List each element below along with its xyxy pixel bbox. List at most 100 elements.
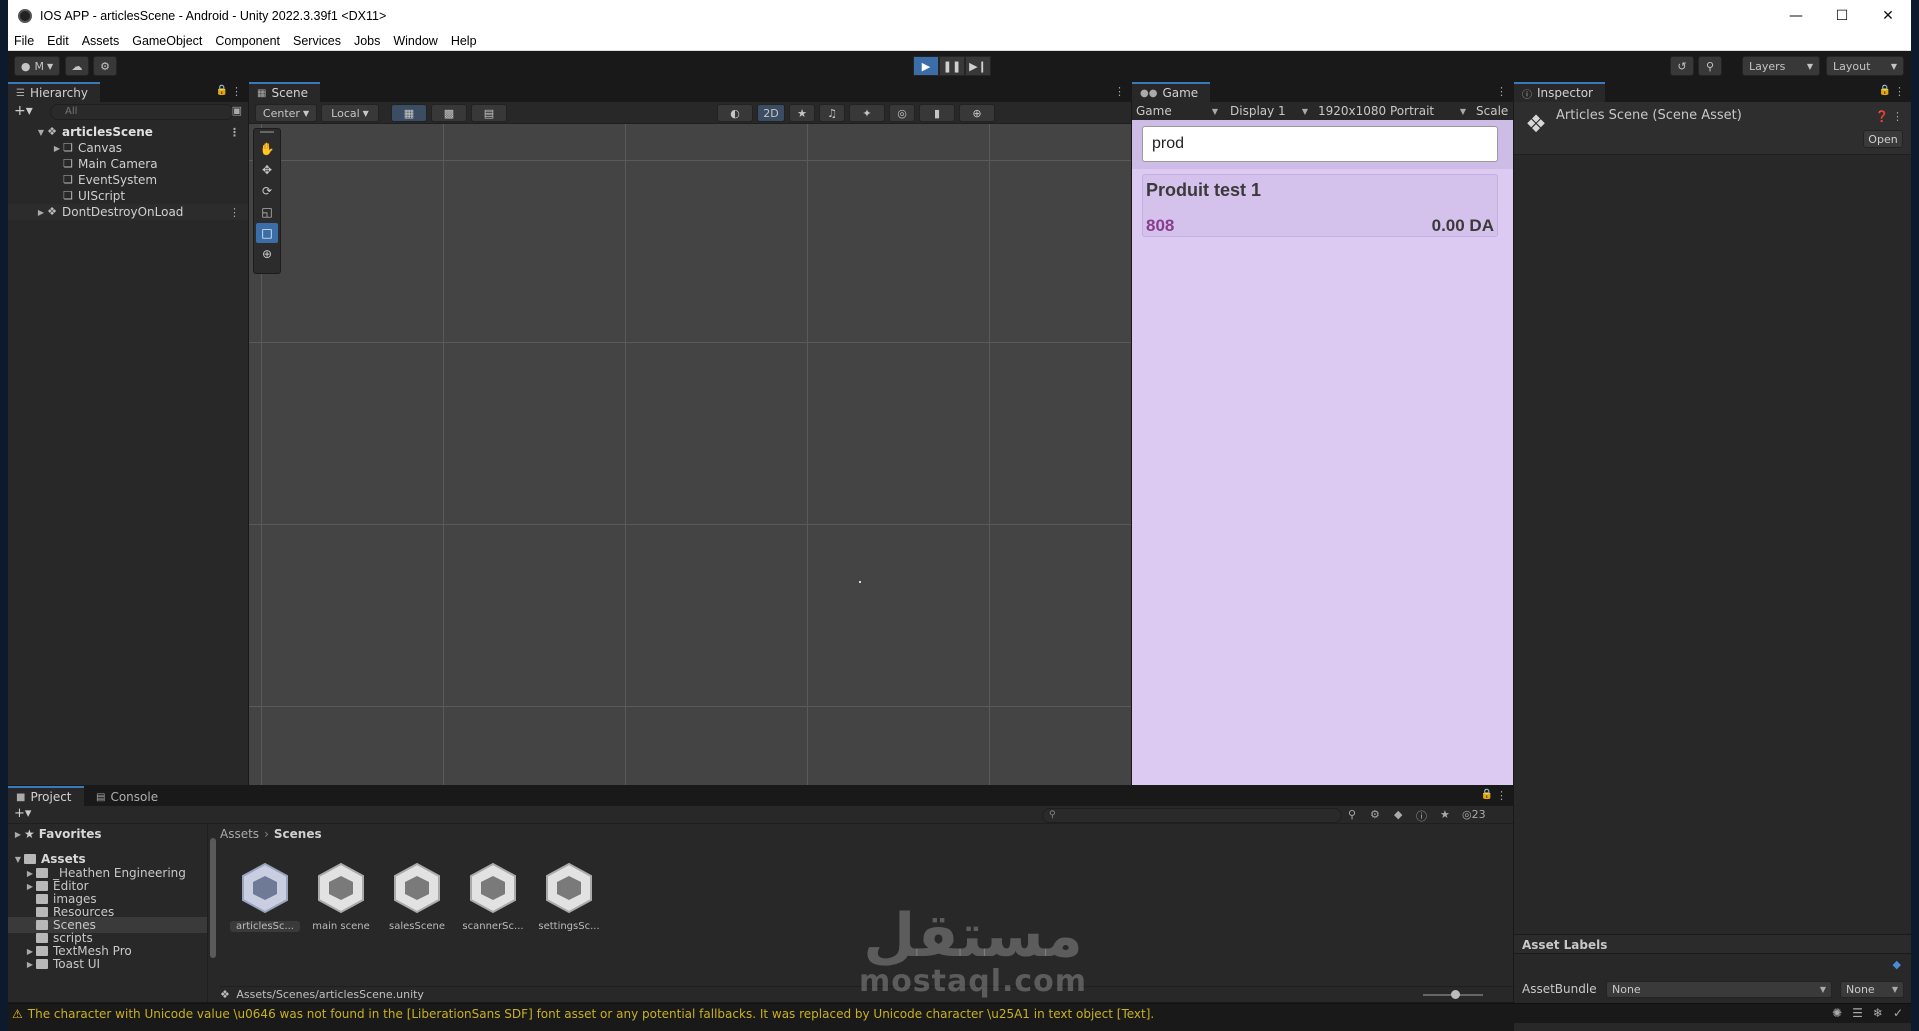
tab-inspector[interactable]: ⓘ Inspector — [1514, 82, 1605, 102]
cache-icon[interactable]: ☰ — [1852, 1006, 1863, 1020]
collapse-arrow-icon[interactable]: ▶ — [24, 869, 36, 878]
add-object-button[interactable]: +▾ — [14, 103, 33, 119]
scrollbar-thumb[interactable] — [210, 838, 216, 958]
scene-visibility-icon[interactable]: ▣ — [232, 104, 242, 117]
cloud-button[interactable]: ☁ — [65, 56, 89, 76]
search-button[interactable]: ⚲ — [1698, 56, 1722, 76]
grid-snap-button[interactable]: ▦ — [391, 104, 427, 122]
tag-icon[interactable]: ◆ — [1893, 958, 1901, 971]
info-icon[interactable]: ⓘ — [1416, 808, 1427, 824]
product-search-input[interactable]: prod — [1142, 126, 1498, 162]
pivot-center-dropdown[interactable]: Center ▼ — [255, 104, 317, 122]
open-button[interactable]: Open — [1863, 130, 1903, 148]
hand-tool[interactable]: ✋ — [256, 139, 278, 159]
menu-gameobject[interactable]: GameObject — [132, 34, 202, 48]
more-icon[interactable]: ⋮ — [1894, 85, 1905, 98]
hierarchy-item-canvas[interactable]: ▶ ❏ Canvas — [8, 140, 248, 156]
more-icon[interactable]: ⋮ — [1892, 110, 1903, 123]
hierarchy-item-main-camera[interactable]: ❏ Main Camera — [8, 156, 248, 172]
effects-dropdown[interactable]: ✦ — [849, 104, 885, 122]
menu-help[interactable]: Help — [451, 34, 477, 48]
debug-icon[interactable]: ✺ — [1832, 1006, 1842, 1020]
collapse-arrow-icon[interactable]: ▶ — [12, 830, 24, 839]
transform-tool[interactable]: ⊕ — [256, 244, 278, 264]
increment-snap-button[interactable]: ▩ — [431, 104, 467, 122]
menu-component[interactable]: Component — [215, 34, 280, 48]
status-bar[interactable]: ⚠ The character with Unicode value \u064… — [8, 1003, 1911, 1023]
camera-dropdown[interactable]: ▮ — [919, 104, 955, 122]
step-button[interactable]: ▶❙ — [965, 56, 991, 76]
search-by-type-icon[interactable]: ⚲ — [1348, 808, 1356, 821]
asset-item[interactable]: salesScene — [382, 860, 452, 932]
asset-variant-dropdown[interactable]: None ▼ — [1840, 981, 1904, 998]
scale-tool[interactable]: ◱ — [256, 202, 278, 222]
rect-tool[interactable]: □ — [256, 223, 278, 243]
play-button[interactable]: ▶ — [913, 56, 939, 76]
asset-item[interactable]: scannerSc... — [458, 860, 528, 932]
align-button[interactable]: ▤ — [471, 104, 507, 122]
more-icon[interactable]: ⋮ — [1496, 789, 1507, 802]
more-icon[interactable]: ⋮ — [1496, 85, 1507, 98]
slider-knob[interactable] — [1451, 990, 1460, 999]
folder-tree-scrollbar[interactable] — [208, 824, 218, 986]
menu-jobs[interactable]: Jobs — [354, 34, 380, 48]
hidden-packages-icon[interactable]: ◎23 — [1462, 808, 1486, 821]
drag-handle[interactable] — [260, 131, 274, 133]
collapse-arrow-icon[interactable]: ▶ — [36, 208, 46, 217]
breadcrumb-assets[interactable]: Assets — [220, 827, 259, 841]
pause-button[interactable]: ❚❚ — [939, 56, 965, 76]
scale-slider[interactable]: Scale — [1476, 103, 1508, 119]
collapse-arrow-icon[interactable]: ▶ — [24, 947, 36, 956]
folder-item[interactable]: ▶ Toast UI — [8, 956, 207, 972]
project-search-input[interactable]: ⚲ — [1042, 808, 1342, 823]
tab-scene[interactable]: ▦ Scene — [249, 82, 321, 102]
more-icon[interactable]: ⋮ — [1114, 85, 1125, 98]
asset-bundle-dropdown[interactable]: None ▼ — [1606, 981, 1832, 998]
lock-icon[interactable]: 🔒 — [1879, 85, 1891, 96]
more-icon[interactable]: ⋮ — [229, 206, 240, 219]
filter-icon[interactable]: ⚙ — [1370, 808, 1380, 821]
visibility-toggle[interactable]: ◎ — [889, 104, 915, 122]
hierarchy-item-uiscript[interactable]: ❏ UIScript — [8, 188, 248, 204]
tab-hierarchy[interactable]: ☰ Hierarchy — [8, 82, 100, 102]
favorites-row[interactable]: ▶ ★ Favorites — [8, 826, 207, 842]
display-dropdown[interactable]: Display 1 ▼ — [1230, 103, 1310, 119]
breadcrumb-scenes[interactable]: Scenes — [274, 827, 322, 841]
menu-assets[interactable]: Assets — [82, 34, 120, 48]
check-icon[interactable]: ✓ — [1893, 1006, 1903, 1020]
collapse-arrow-icon[interactable]: ▶ — [24, 960, 36, 969]
create-asset-button[interactable]: +▾ — [14, 806, 31, 821]
pivot-local-dropdown[interactable]: Local ▼ — [321, 104, 379, 122]
product-card[interactable]: Produit test 1 808 0.00 DA — [1142, 174, 1498, 237]
hierarchy-scene-row[interactable]: ▼ ❖ articlesScene ⋮ — [8, 124, 248, 140]
tab-project[interactable]: ■ Project — [8, 786, 84, 806]
toggle-2d-button[interactable]: 2D — [757, 104, 785, 122]
favorite-icon[interactable]: ★ — [1440, 808, 1450, 821]
tab-console[interactable]: ▤ Console — [88, 786, 171, 806]
menu-file[interactable]: File — [14, 34, 34, 48]
hierarchy-item-eventsystem[interactable]: ❏ EventSystem — [8, 172, 248, 188]
collab-button[interactable]: ⚙ — [93, 56, 117, 76]
menu-edit[interactable]: Edit — [47, 34, 69, 48]
game-view-dropdown[interactable]: Game ▼ — [1136, 103, 1222, 119]
hierarchy-search-input[interactable]: All — [50, 104, 234, 120]
collapse-arrow-icon[interactable]: ▶ — [24, 882, 36, 891]
asset-item[interactable]: articlesSc... — [230, 860, 300, 932]
lock-icon[interactable]: 🔒 — [1481, 789, 1493, 800]
progress-icon[interactable]: ❄ — [1873, 1006, 1883, 1020]
resolution-dropdown[interactable]: 1920x1080 Portrait ▼ — [1318, 103, 1468, 119]
hierarchy-ddol-row[interactable]: ▶ ❖ DontDestroyOnLoad ⋮ — [8, 204, 248, 220]
label-filter-icon[interactable]: ◆ — [1394, 808, 1402, 821]
asset-item[interactable]: main scene — [306, 860, 376, 932]
menu-window[interactable]: Window — [393, 34, 437, 48]
account-dropdown[interactable]: ● M ▼ — [14, 56, 60, 76]
lighting-toggle[interactable]: ★ — [789, 104, 815, 122]
collapse-arrow-icon[interactable]: ▶ — [52, 144, 62, 153]
move-tool[interactable]: ✥ — [256, 160, 278, 180]
icon-size-slider[interactable] — [1423, 990, 1483, 999]
minimize-button[interactable]: — — [1773, 0, 1819, 31]
more-icon[interactable]: ⋮ — [229, 126, 240, 139]
more-icon[interactable]: ⋮ — [231, 85, 242, 98]
expand-arrow-icon[interactable]: ▼ — [12, 855, 24, 864]
menu-services[interactable]: Services — [293, 34, 341, 48]
